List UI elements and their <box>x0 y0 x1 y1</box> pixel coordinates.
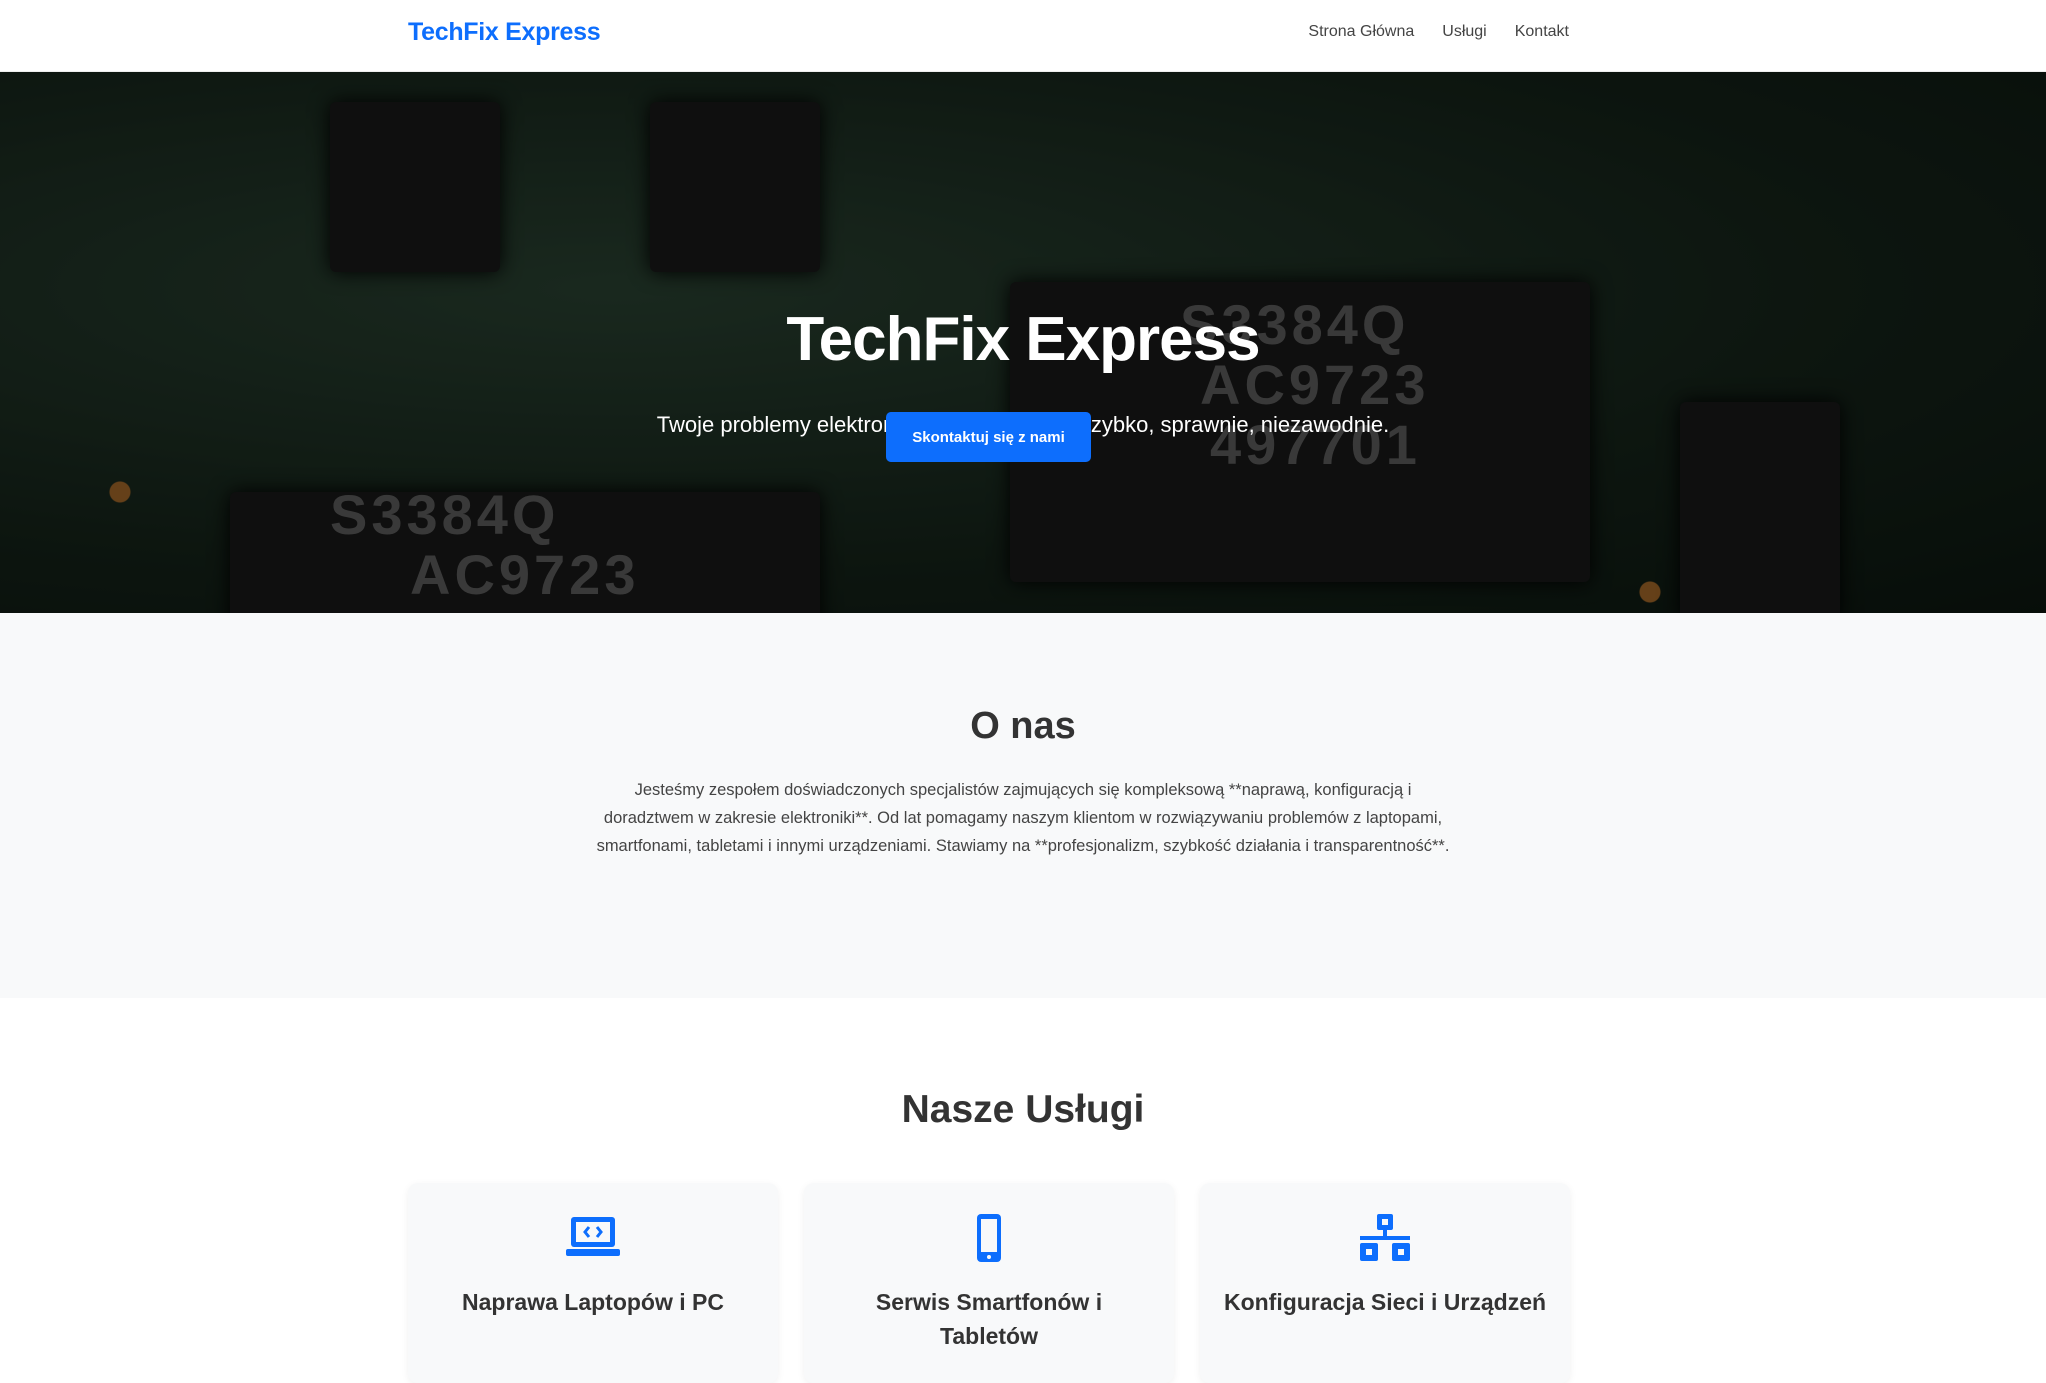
about-section: O nas Jesteśmy zespołem doświadczonych s… <box>0 613 2046 998</box>
mobile-icon <box>977 1214 1001 1262</box>
hero-title: TechFix Express <box>786 305 1260 374</box>
service-card[interactable]: Naprawa Laptopów i PC <box>408 1183 778 1383</box>
service-title: Naprawa Laptopów i PC <box>462 1289 724 1315</box>
services-heading: Nasze Usługi <box>901 1088 1145 1131</box>
service-title: Serwis Smartfonów i Tabletów <box>875 1289 1103 1349</box>
brand-logo[interactable]: TechFix Express <box>408 18 601 47</box>
service-card[interactable]: Serwis Smartfonów i Tabletów <box>804 1183 1174 1383</box>
service-title: Konfiguracja Sieci i Urządzeń <box>1223 1289 1547 1315</box>
nav-link-contact[interactable]: Kontakt <box>1515 23 1569 41</box>
about-text: Jesteśmy zespołem doświadczonych specjal… <box>596 781 1450 855</box>
network-icon <box>1360 1214 1410 1261</box>
contact-button[interactable]: Skontaktuj się z nami <box>886 412 1091 462</box>
laptop-code-icon <box>566 1217 620 1256</box>
service-card[interactable]: Konfiguracja Sieci i Urządzeń <box>1200 1183 1570 1383</box>
nav-links: Strona Główna Usługi Kontakt <box>1308 23 1569 41</box>
nav-link-home[interactable]: Strona Główna <box>1308 23 1414 41</box>
nav-link-services[interactable]: Usługi <box>1442 23 1486 41</box>
about-heading: O nas <box>970 705 1076 747</box>
hero-section: S3384Q AC9723 497701 S3384Q AC9723 TechF… <box>0 72 2046 613</box>
navbar: TechFix Express Strona Główna Usługi Kon… <box>0 0 2046 72</box>
